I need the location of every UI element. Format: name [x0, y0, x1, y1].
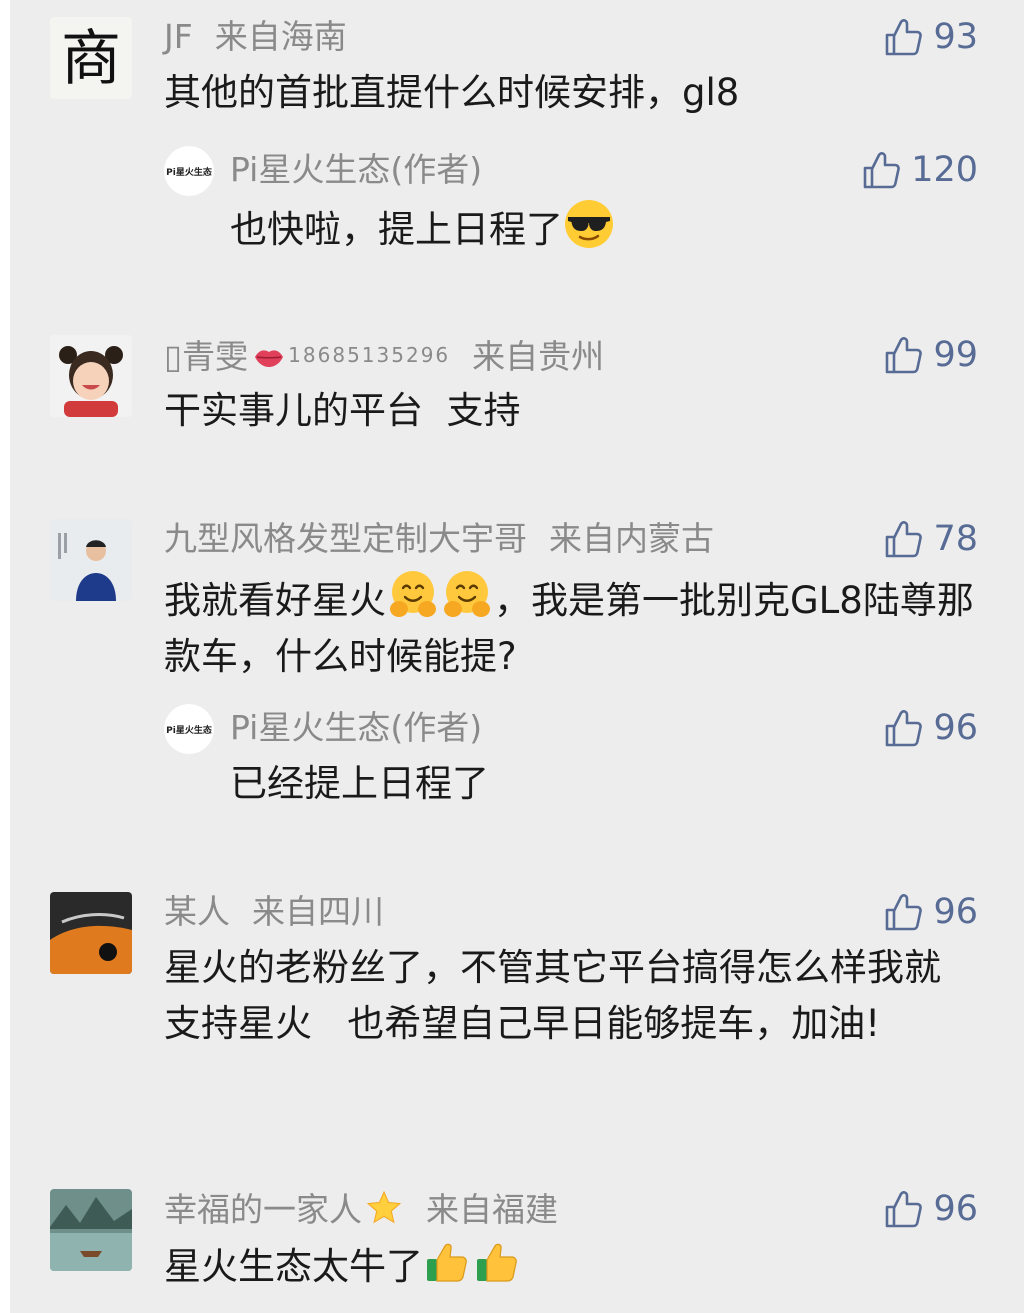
thumb-up-icon	[886, 894, 923, 931]
reply-author[interactable]: Pi星火生态(作者)	[230, 708, 482, 748]
sunglasses-emoji-icon	[565, 200, 613, 248]
comment-author-line: 某人 来自四川	[164, 892, 384, 932]
comment-author[interactable]: 某人	[164, 892, 230, 931]
star-emoji-icon	[366, 1190, 402, 1224]
like-button[interactable]: 78	[883, 519, 978, 559]
comment-text-part: 我就看好星火	[164, 579, 386, 622]
comment-location: 来自海南	[214, 17, 347, 56]
reply-text: 已经提上日程了	[230, 762, 489, 805]
comment-location: 来自四川	[252, 892, 384, 931]
like-count: 78	[933, 519, 978, 559]
comment-text: 我就看好星火 ，我是第一批别克GL8陆尊那款车，什么时候能提?	[164, 567, 994, 685]
thumb-up-icon	[886, 19, 923, 56]
comment-author-line: ▯青雯 18685135296 来自贵州	[164, 335, 604, 377]
author-avatar-text: Pi星火生态	[166, 166, 212, 178]
author-avatar[interactable]: Pi星火生态	[164, 704, 214, 754]
thumbs-up-emoji-icon	[427, 1243, 467, 1282]
thumbs-up-emoji-icon	[477, 1243, 517, 1282]
hugging-face-emoji-icon	[444, 571, 490, 617]
thumb-up-icon	[886, 337, 923, 374]
thumb-up-icon	[886, 1191, 923, 1228]
author-avatar[interactable]: Pi星火生态	[164, 146, 214, 196]
comment-location: 来自内蒙古	[549, 519, 714, 558]
comment-author-line: 幸福的一家人 来自福建	[164, 1189, 558, 1230]
thumb-up-icon	[886, 710, 923, 747]
comment-location: 来自贵州	[472, 337, 605, 376]
thumb-up-icon	[863, 152, 901, 189]
avatar[interactable]	[50, 519, 132, 601]
like-count: 96	[933, 708, 978, 748]
avatar-glyph: 商	[61, 26, 121, 92]
avatar[interactable]	[50, 892, 132, 974]
like-count: 96	[933, 1189, 978, 1229]
comment-author-line: 九型风格发型定制大宇哥 来自内蒙古	[164, 519, 714, 559]
like-count: 96	[933, 892, 978, 932]
comment-text-content: 星火生态太牛了	[164, 1245, 423, 1288]
like-button[interactable]: 96	[883, 1189, 978, 1229]
comment-author-suffix: 18685135296	[288, 343, 451, 367]
avatar[interactable]	[50, 335, 132, 417]
reply-author[interactable]: Pi星火生态(作者)	[230, 150, 482, 190]
comment-list: 商 JF 来自海南 93 其他的首批直提什么时候安排，gl8 Pi星火生态 Pi星…	[10, 0, 1024, 1313]
comment-author[interactable]: ▯青雯	[164, 337, 248, 376]
like-button[interactable]: 93	[883, 17, 978, 57]
author-avatar-text: Pi星火生态	[166, 724, 212, 736]
like-button[interactable]: 99	[883, 335, 978, 375]
lips-emoji-icon	[255, 350, 284, 367]
like-count: 120	[911, 150, 978, 190]
reply-text: 也快啦，提上日程了	[230, 198, 990, 258]
comment-author[interactable]: 幸福的一家人	[164, 1190, 362, 1229]
like-count: 93	[933, 17, 978, 57]
avatar[interactable]	[50, 1189, 132, 1271]
comment-author[interactable]: 九型风格发型定制大宇哥	[164, 519, 527, 558]
reply-text-content: 也快啦，提上日程了	[230, 208, 563, 251]
like-count: 99	[933, 335, 978, 375]
like-button[interactable]: 96	[883, 708, 978, 748]
avatar[interactable]: 商	[50, 17, 132, 99]
like-button[interactable]: 120	[861, 150, 978, 190]
comment-text: 星火的老粉丝了，不管其它平台搞得怎么样我就支持星火 也希望自己早日能够提车，加油…	[164, 946, 941, 1045]
comment-text: 星火生态太牛了	[164, 1237, 994, 1295]
comment-author[interactable]: JF	[164, 17, 193, 56]
comment-author-line: JF 来自海南	[164, 17, 347, 57]
comment-text: 干实事儿的平台 支持	[164, 389, 521, 432]
hugging-face-emoji-icon	[390, 571, 436, 617]
thumb-up-icon	[886, 521, 923, 558]
comment-location: 来自福建	[426, 1190, 558, 1229]
comment-text: 其他的首批直提什么时候安排，gl8	[164, 71, 740, 114]
like-button[interactable]: 96	[883, 892, 978, 932]
